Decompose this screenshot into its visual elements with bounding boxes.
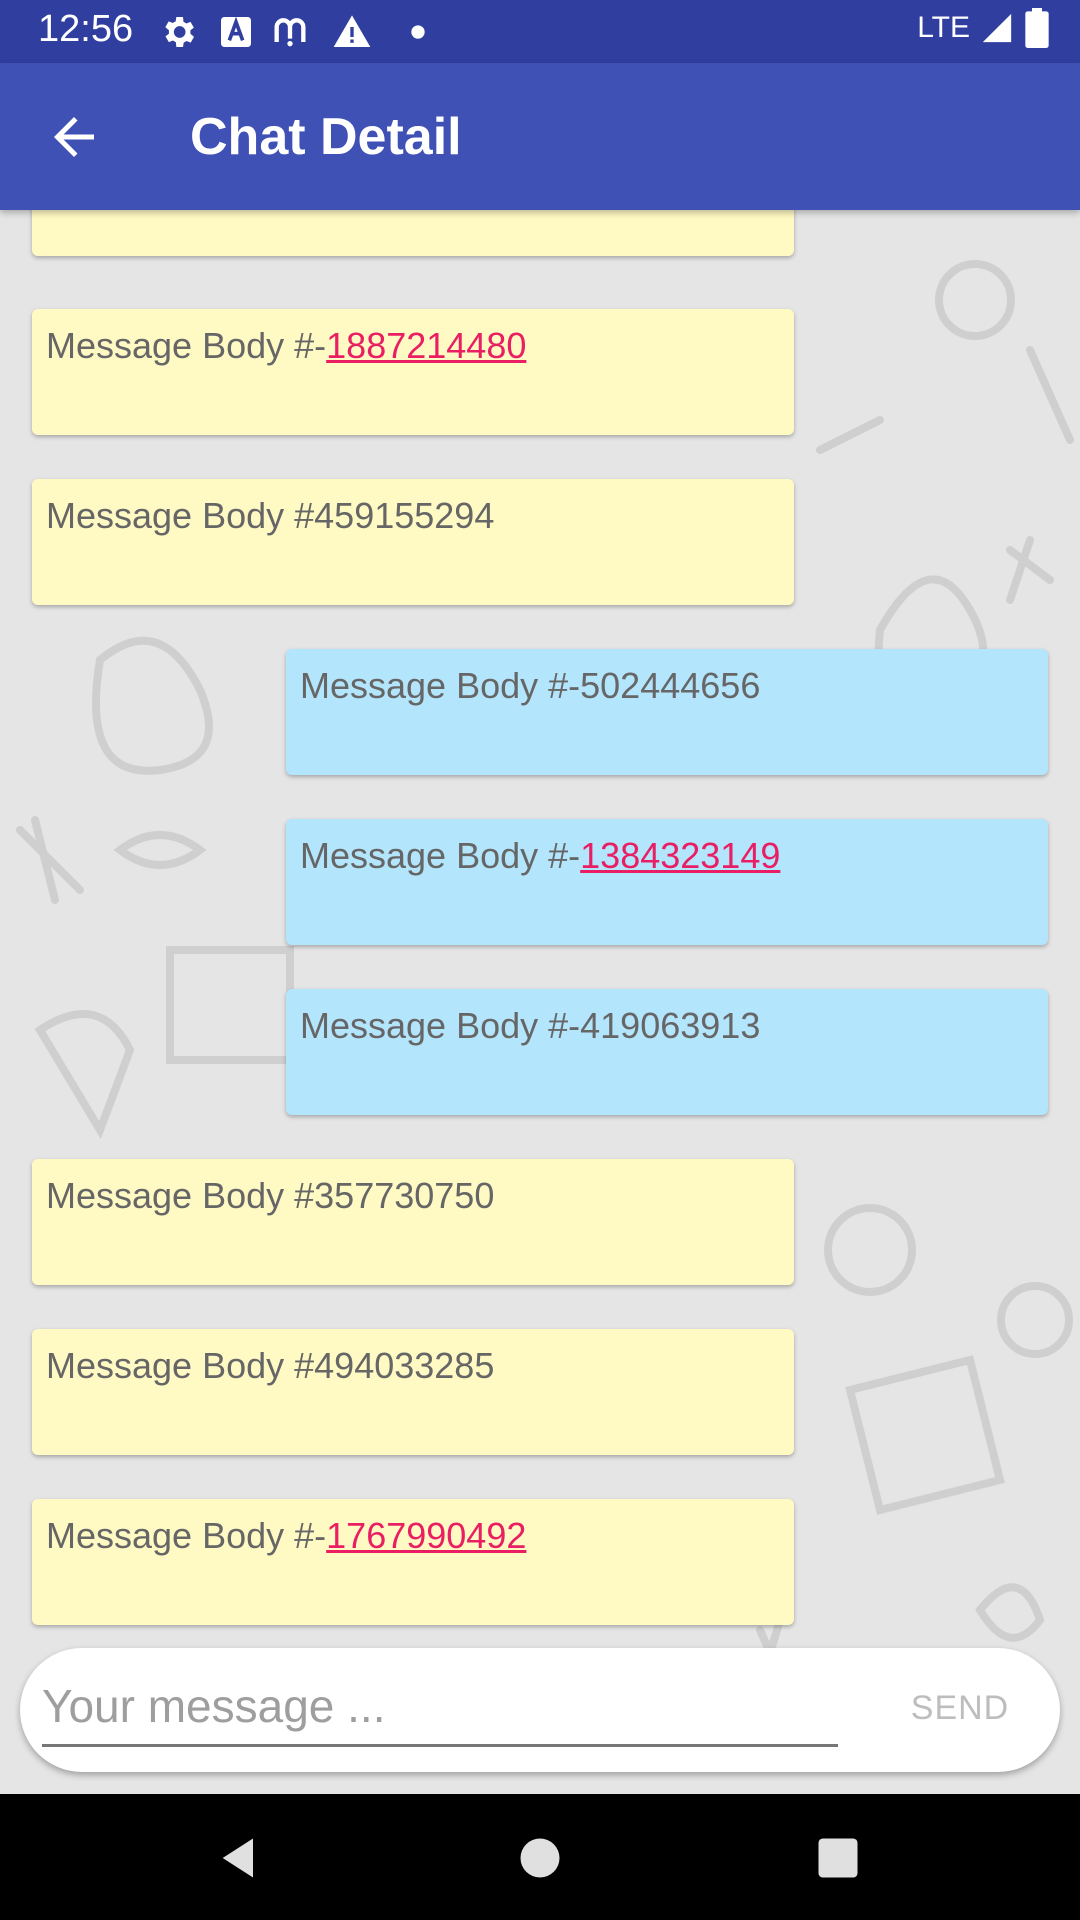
message-bubble-partial[interactable] <box>32 210 794 256</box>
message-text: Message Body #357730750 <box>46 1175 495 1216</box>
message-bubble[interactable]: Message Body #-1384323149 <box>286 819 1048 945</box>
status-time: 12:56 <box>38 8 134 50</box>
message-text: Message Body #- <box>46 1515 327 1556</box>
status-right: LTE <box>917 8 1050 48</box>
send-button[interactable]: SEND <box>880 1678 1040 1738</box>
message-text: Message Body #- <box>46 325 327 366</box>
message-bubble[interactable]: Message Body #-502444656 <box>286 649 1048 775</box>
app-bar: Chat Detail <box>0 63 1080 210</box>
phone-link[interactable]: 1767990492 <box>326 1515 526 1556</box>
m-icon <box>274 18 306 47</box>
back-triangle-icon[interactable] <box>214 1832 266 1884</box>
message-bubble[interactable]: Message Body #-1767990492 <box>32 1499 794 1625</box>
chat-list[interactable]: Message Body #-1887214480 Message Body #… <box>0 210 1080 1794</box>
network-label: LTE <box>917 11 970 44</box>
dot-icon <box>411 25 425 39</box>
phone-link[interactable]: 1887214480 <box>326 325 526 366</box>
message-bubble[interactable]: Message Body #-419063913 <box>286 989 1048 1115</box>
recents-square-icon[interactable] <box>812 1832 864 1884</box>
signal-icon <box>982 13 1012 43</box>
message-input[interactable] <box>42 1674 838 1747</box>
message-bubble[interactable]: Message Body #357730750 <box>32 1159 794 1285</box>
navigation-bar <box>0 1794 1080 1920</box>
back-arrow-icon[interactable] <box>44 107 104 167</box>
home-circle-icon[interactable] <box>514 1832 566 1884</box>
gear-icon <box>165 17 194 47</box>
message-text: Message Body #-502444656 <box>300 665 761 706</box>
message-text: Message Body #- <box>300 835 581 876</box>
message-text: Message Body #-419063913 <box>300 1005 761 1046</box>
message-bubble[interactable]: Message Body #459155294 <box>32 479 794 605</box>
page-title: Chat Detail <box>190 108 462 166</box>
battery-icon <box>1025 8 1049 48</box>
a-icon <box>221 16 251 47</box>
message-text: Message Body #494033285 <box>46 1345 495 1386</box>
message-text: Message Body #459155294 <box>46 495 495 536</box>
status-bar: 12:56 LTE <box>0 0 1080 63</box>
message-composer: SEND <box>20 1648 1060 1772</box>
message-bubble[interactable]: Message Body #494033285 <box>32 1329 794 1455</box>
phone-link[interactable]: 1384323149 <box>580 835 780 876</box>
warning-icon <box>333 15 371 48</box>
message-bubble[interactable]: Message Body #-1887214480 <box>32 309 794 435</box>
